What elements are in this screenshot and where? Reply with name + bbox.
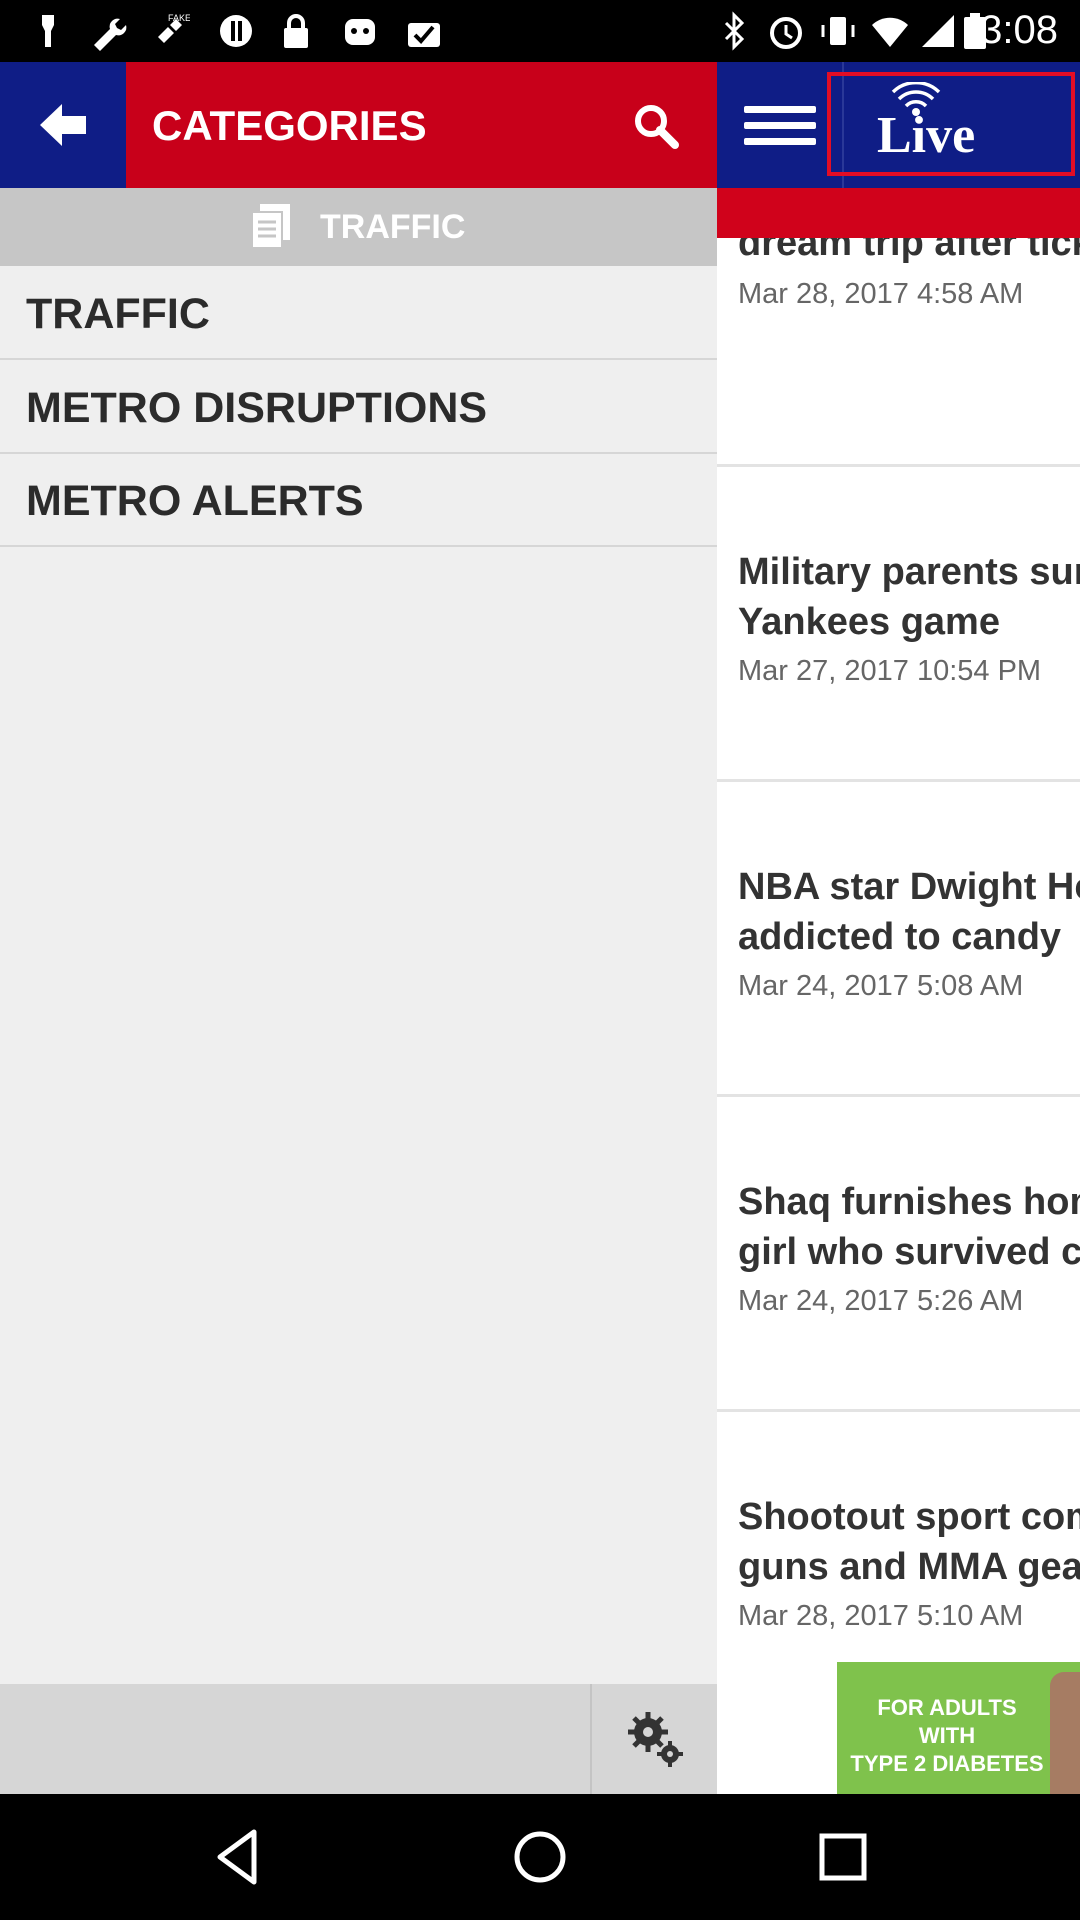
document-icon bbox=[251, 204, 290, 249]
article-title: girl who survived crash bbox=[738, 1231, 1080, 1273]
ad-image bbox=[1050, 1672, 1080, 1794]
sync-icon bbox=[220, 15, 252, 47]
notification-icon bbox=[42, 15, 54, 47]
navigation-bar bbox=[0, 1794, 1080, 1920]
drawer-footer bbox=[0, 1684, 717, 1794]
alarm-icon bbox=[770, 17, 802, 49]
article-item[interactable]: dream trip after tickets Mar 28, 2017 4:… bbox=[717, 238, 1080, 467]
live-button[interactable]: Live bbox=[827, 72, 1075, 176]
ad-text-line: FOR ADULTS bbox=[877, 1695, 1017, 1720]
article-title: addicted to candy bbox=[738, 916, 1062, 958]
fake-gps-icon: FAKE bbox=[158, 13, 190, 43]
drawer-title: CATEGORIES bbox=[152, 102, 427, 149]
article-item[interactable]: Shaq furnishes home for girl who survive… bbox=[717, 1097, 1080, 1412]
live-label: Live bbox=[877, 107, 976, 164]
article-title: Shaq furnishes home for bbox=[738, 1181, 1080, 1223]
gears-icon bbox=[628, 1712, 683, 1767]
article-title: Shootout sport combines bbox=[738, 1496, 1080, 1538]
android-icon bbox=[345, 19, 375, 45]
article-date: Mar 28, 2017 4:58 AM bbox=[738, 278, 1024, 310]
task-icon bbox=[408, 23, 440, 47]
hamburger-icon bbox=[744, 106, 816, 113]
article-title: guns and MMA gear bbox=[738, 1546, 1080, 1588]
hamburger-icon-bar bbox=[744, 122, 816, 129]
category-item-metro-disruptions[interactable]: METRO DISRUPTIONS bbox=[0, 360, 717, 454]
category-label: METRO DISRUPTIONS bbox=[26, 384, 488, 432]
search-icon bbox=[635, 105, 679, 149]
selected-category-label: TRAFFIC bbox=[320, 208, 466, 246]
article-title: Military parents surprise bbox=[738, 551, 1080, 593]
article-date: Mar 28, 2017 5:10 AM bbox=[738, 1600, 1024, 1632]
bluetooth-icon bbox=[724, 11, 745, 51]
article-title: dream trip after tickets bbox=[738, 238, 1080, 264]
back-nav-icon[interactable] bbox=[204, 1822, 274, 1892]
categories-drawer: CATEGORIES TRAFFIC TRAFFIC METRO DISRUPT… bbox=[0, 62, 717, 1794]
back-button[interactable] bbox=[0, 62, 126, 188]
hamburger-menu-button[interactable] bbox=[717, 62, 843, 188]
article-item[interactable]: Military parents surprise Yankees game M… bbox=[717, 467, 1080, 782]
ad-text: FOR ADULTS WITH TYPE 2 DIABETES bbox=[837, 1694, 1057, 1778]
drawer-header: CATEGORIES bbox=[0, 62, 717, 188]
lock-icon bbox=[284, 14, 308, 48]
article-title: Yankees game bbox=[738, 601, 1000, 643]
news-panel: Live dream trip after tickets Mar 28, 20… bbox=[717, 62, 1080, 1794]
article-date: Mar 24, 2017 5:26 AM bbox=[738, 1285, 1024, 1317]
ad-text-line: TYPE 2 DIABETES bbox=[850, 1751, 1044, 1776]
article-item[interactable]: NBA star Dwight Howard addicted to candy… bbox=[717, 782, 1080, 1097]
article-item[interactable]: Shootout sport combines guns and MMA gea… bbox=[717, 1412, 1080, 1662]
news-category-bar bbox=[717, 188, 1080, 238]
category-item-traffic[interactable]: TRAFFIC bbox=[0, 266, 717, 360]
ad-text-line: WITH bbox=[918, 1723, 976, 1748]
article-title: NBA star Dwight Howard bbox=[738, 866, 1080, 908]
status-time: 3:08 bbox=[980, 8, 1058, 52]
signal-icon bbox=[922, 15, 954, 47]
recents-nav-icon[interactable] bbox=[808, 1822, 878, 1892]
category-label: METRO ALERTS bbox=[26, 477, 364, 525]
arrow-left-icon bbox=[40, 104, 86, 146]
settings-button[interactable] bbox=[590, 1684, 717, 1794]
news-toolbar: Live bbox=[717, 62, 1080, 188]
article-date: Mar 27, 2017 10:54 PM bbox=[738, 655, 1042, 687]
category-label: TRAFFIC bbox=[26, 290, 210, 338]
status-bar: FAKE 3:08 bbox=[0, 0, 1080, 62]
wifi-icon bbox=[872, 17, 908, 47]
article-date: Mar 24, 2017 5:08 AM bbox=[738, 970, 1024, 1002]
svg-text:FAKE: FAKE bbox=[168, 13, 190, 23]
wrench-icon bbox=[94, 18, 127, 51]
category-item-metro-alerts[interactable]: METRO ALERTS bbox=[0, 453, 717, 547]
home-nav-icon[interactable] bbox=[505, 1822, 575, 1892]
ad-banner[interactable]: FOR ADULTS WITH TYPE 2 DIABETES bbox=[837, 1662, 1080, 1794]
selected-category-bar: TRAFFIC bbox=[0, 188, 717, 266]
hamburger-icon-bar bbox=[744, 138, 816, 145]
vibrate-icon bbox=[821, 17, 855, 45]
search-button[interactable] bbox=[620, 90, 690, 160]
